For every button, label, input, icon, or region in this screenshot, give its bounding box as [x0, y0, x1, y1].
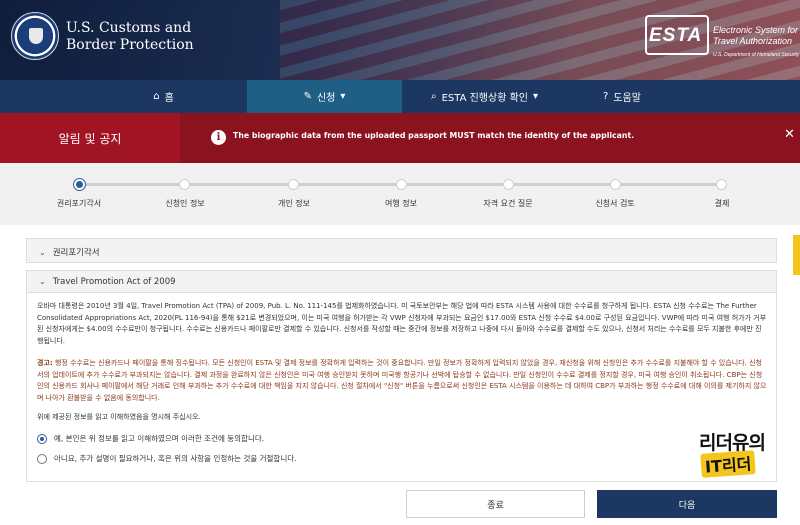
dhs-seal-icon[interactable] — [11, 12, 59, 60]
notice-label: 알림 및 공지 — [0, 113, 180, 163]
disagree-option[interactable]: 아니요, 추가 설명이 필요하거나, 혹은 위의 사항을 인정하는 것을 거절합… — [37, 453, 297, 464]
nav-home[interactable]: ⌂ 홈 — [80, 80, 247, 113]
warning-paragraph: 경고: 행정 수수료는 신용카드나 페이팔을 통해 징수됩니다. 모든 신청인이… — [37, 359, 767, 402]
step-dot — [610, 179, 621, 190]
nav-help[interactable]: ? 도움말 — [567, 80, 677, 113]
next-button[interactable]: 다음 — [597, 490, 777, 518]
agency-name[interactable]: U.S. Customs and Border Protection — [66, 20, 194, 54]
caret-down-icon: ▾ — [532, 91, 539, 102]
step-dot — [503, 179, 514, 190]
disagree-radio[interactable] — [37, 453, 47, 464]
info-icon: i — [211, 130, 226, 145]
step-label: 권리포기각서 — [56, 199, 102, 208]
tpa-section: ⌄ Travel Promotion Act of 2009 오바마 대통령은 2… — [26, 270, 777, 482]
step-dot — [396, 179, 407, 190]
main-nav: ⌂ 홈 ✎ 신청 ▾ ⌕ ESTA 진행상황 확인 ▾ ? 도움말 — [0, 80, 800, 113]
site-header: U.S. Customs and Border Protection ESTA … — [0, 0, 800, 80]
chevron-down-icon: ⌄ — [39, 277, 46, 286]
caret-down-icon: ▾ — [340, 91, 346, 102]
scroll-edge — [793, 235, 800, 275]
esta-subtitle: Electronic System for Travel Authorizati… — [713, 25, 799, 46]
step-dot — [716, 179, 727, 190]
step-label: 결제 — [714, 199, 730, 208]
close-button[interactable]: 종료 — [406, 490, 585, 518]
step-label: 신청인 정보 — [165, 199, 205, 208]
confirm-prompt: 위에 제공된 정보를 읽고 이해하였음을 명시해 주십시오. — [37, 413, 201, 421]
step-label: 신청서 검토 — [595, 199, 635, 208]
step-dot — [179, 179, 190, 190]
step-label: 여행 정보 — [385, 199, 417, 208]
agree-option[interactable]: 예, 본인은 위 정보를 읽고 이해하였으며 이러한 조건에 동의합니다. — [37, 433, 264, 444]
nav-check-status[interactable]: ⌕ ESTA 진행상황 확인 ▾ — [402, 80, 567, 113]
waiver-section-header[interactable]: ⌄ 권리포기각서 — [26, 238, 777, 263]
step-label: 개인 정보 — [278, 199, 310, 208]
nav-apply[interactable]: ✎ 신청 ▾ — [247, 80, 402, 113]
notice-banner: 알림 및 공지 i The biographic data from the u… — [0, 113, 800, 163]
notice-message: The biographic data from the uploaded pa… — [233, 131, 635, 140]
home-icon: ⌂ — [153, 91, 160, 102]
step-dot — [288, 179, 299, 190]
esta-logo[interactable]: ESTA — [645, 15, 709, 55]
pencil-icon: ✎ — [303, 91, 312, 102]
dhs-caption: U.S. Department of Homeland Security — [713, 52, 800, 58]
channel-watermark: 리더유의 IT리더 — [699, 432, 766, 478]
step-label: 자격 요건 질문 — [483, 199, 533, 208]
step-dot — [74, 179, 85, 190]
close-icon[interactable]: ✕ — [784, 127, 795, 142]
tpa-section-header[interactable]: ⌄ Travel Promotion Act of 2009 — [27, 271, 776, 293]
search-icon: ⌕ — [430, 91, 437, 102]
chevron-down-icon: ⌄ — [39, 248, 46, 257]
tpa-paragraph: 오바마 대통령은 2010년 3월 4일, Travel Promotion A… — [37, 302, 767, 345]
agree-radio[interactable] — [37, 433, 47, 444]
question-circle-icon: ? — [603, 91, 609, 102]
progress-steps: 권리포기각서 신청인 정보 개인 정보 여행 정보 자격 요건 질문 신청서 검… — [0, 163, 800, 225]
